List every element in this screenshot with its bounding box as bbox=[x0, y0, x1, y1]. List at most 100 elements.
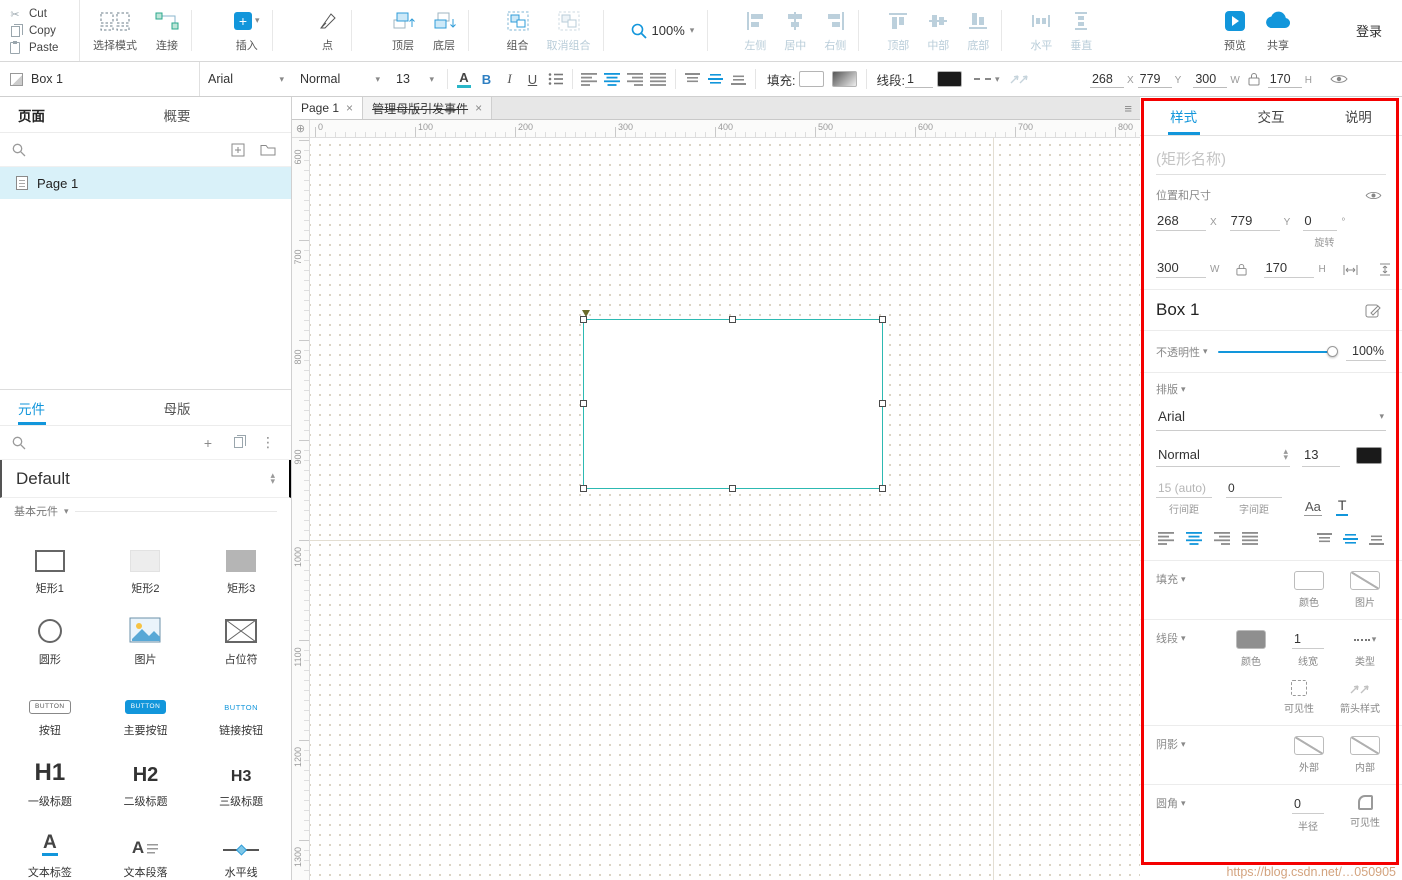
align-center-button[interactable]: 居中 bbox=[775, 0, 815, 61]
x-input[interactable] bbox=[1089, 70, 1124, 88]
arrow-style-picker[interactable]: 箭头样式 bbox=[1340, 680, 1380, 715]
widget-item-hline[interactable]: 水平线 bbox=[193, 812, 289, 880]
widget-item-placeholder[interactable]: 占位符 bbox=[193, 599, 289, 670]
add-page-button[interactable] bbox=[227, 139, 249, 161]
vertical-align-top-button[interactable] bbox=[1315, 531, 1334, 547]
opacity-slider[interactable] bbox=[1217, 345, 1338, 357]
connect-button[interactable]: 连接 bbox=[146, 0, 188, 61]
send-to-back-button[interactable]: 底层 bbox=[424, 0, 465, 61]
line-section-toggle[interactable]: 线段 ▾ bbox=[1156, 630, 1186, 646]
arrow-style-button[interactable] bbox=[1004, 70, 1034, 88]
line-type-button[interactable]: ▾ bbox=[966, 69, 1004, 89]
x-input[interactable] bbox=[1156, 211, 1206, 231]
library-options-button[interactable]: ⋮ bbox=[257, 432, 279, 454]
canvas-tab-page-1[interactable]: Page 1 × bbox=[292, 97, 364, 119]
underline-button[interactable]: U bbox=[521, 67, 544, 91]
group-button[interactable]: 组合 bbox=[498, 0, 538, 61]
library-select[interactable]: Default ▴ ▾ bbox=[0, 460, 291, 498]
text-align-right-button[interactable] bbox=[624, 67, 647, 91]
vertical-align-middle-button[interactable] bbox=[1341, 531, 1360, 547]
edit-style-button[interactable] bbox=[1361, 300, 1386, 320]
shadow-section-toggle[interactable]: 阴影 ▾ bbox=[1156, 736, 1186, 752]
text-align-right-button[interactable] bbox=[1212, 530, 1233, 547]
fit-width-button[interactable] bbox=[1339, 262, 1362, 278]
font-color-button[interactable] bbox=[1352, 445, 1386, 466]
widget-item-h1[interactable]: H1 一级标题 bbox=[2, 741, 98, 812]
widget-item-h3[interactable]: H3 三级标题 bbox=[193, 741, 289, 812]
font-style-select[interactable]: Normal ▴ ▾ bbox=[1156, 443, 1290, 467]
bring-to-front-button[interactable]: 顶层 bbox=[383, 0, 424, 61]
vertical-align-bottom-button[interactable] bbox=[727, 67, 750, 91]
widget-item-rect3[interactable]: 矩形3 bbox=[193, 528, 289, 599]
copy-button[interactable]: Copy bbox=[8, 23, 71, 37]
align-left-button[interactable]: 左侧 bbox=[735, 0, 775, 61]
typography-dropdown[interactable]: 排版 ▾ bbox=[1156, 381, 1186, 397]
sidebar-item-page-1[interactable]: Page 1 bbox=[0, 167, 291, 199]
close-icon[interactable]: × bbox=[475, 101, 482, 115]
distribute-horizontal-button[interactable]: 水平 bbox=[1021, 0, 1061, 61]
resize-handle-nw[interactable] bbox=[580, 316, 587, 323]
fill-color-picker[interactable]: 颜色 bbox=[1294, 571, 1324, 609]
widget-item-image[interactable]: 图片 bbox=[98, 599, 194, 670]
corner-section-toggle[interactable]: 圆角 ▾ bbox=[1156, 795, 1186, 811]
add-library-button[interactable]: + bbox=[197, 432, 219, 454]
tab-list-button[interactable]: ≡ bbox=[1124, 101, 1132, 116]
resize-handle-n[interactable] bbox=[729, 316, 736, 323]
close-icon[interactable]: × bbox=[346, 101, 353, 115]
widget-item-button[interactable]: BUTTON 按钮 bbox=[2, 670, 98, 741]
tab-masters[interactable]: 母版 bbox=[146, 390, 292, 425]
font-style-select[interactable]: Normal ▾ bbox=[292, 62, 388, 96]
insert-button[interactable]: + ▾ 插入 bbox=[225, 0, 269, 61]
distribute-vertical-button[interactable]: 垂直 bbox=[1061, 0, 1101, 61]
widget-section-header[interactable]: 基本元件 ▾ bbox=[0, 498, 291, 524]
text-case-button[interactable]: Aa bbox=[1304, 499, 1322, 516]
text-transform-button[interactable]: T bbox=[1335, 497, 1349, 516]
ruler-origin[interactable]: ⊕ bbox=[292, 120, 310, 138]
tab-outline[interactable]: 概要 bbox=[146, 97, 292, 132]
bold-button[interactable]: B bbox=[475, 67, 498, 91]
vertical-ruler[interactable]: 600 700 800 900 1000 1100 1200 1300 bbox=[292, 138, 310, 880]
design-canvas[interactable] bbox=[310, 138, 1140, 880]
opacity-dropdown[interactable]: 不透明性 ▾ bbox=[1156, 344, 1208, 360]
text-align-left-button[interactable] bbox=[578, 67, 601, 91]
line-visibility-toggle[interactable]: 可见性 bbox=[1284, 680, 1314, 715]
fill-section-toggle[interactable]: 填充 ▾ bbox=[1156, 571, 1186, 587]
opacity-slider-knob[interactable] bbox=[1327, 345, 1338, 357]
lock-ratio-button[interactable] bbox=[1244, 70, 1264, 88]
tab-style[interactable]: 样式 bbox=[1140, 97, 1227, 135]
paste-button[interactable]: Paste bbox=[8, 40, 71, 54]
widget-item-rect1[interactable]: 矩形1 bbox=[2, 528, 98, 599]
widget-item-text-label[interactable]: A 文本标签 bbox=[2, 812, 98, 880]
letter-spacing-input[interactable] bbox=[1226, 479, 1282, 498]
align-middle-button[interactable]: 中部 bbox=[918, 0, 958, 61]
inner-shadow-picker[interactable]: 内部 bbox=[1350, 736, 1380, 774]
resize-handle-s[interactable] bbox=[729, 485, 736, 492]
tab-notes[interactable]: 说明 bbox=[1315, 97, 1402, 135]
font-size-input[interactable] bbox=[1302, 443, 1340, 467]
text-align-center-button[interactable] bbox=[1184, 530, 1205, 547]
ungroup-button[interactable]: 取消组合 bbox=[538, 0, 600, 61]
line-color-picker[interactable]: 颜色 bbox=[1236, 630, 1266, 668]
corner-visibility-toggle[interactable]: 可见性 bbox=[1350, 795, 1380, 833]
vertical-align-top-button[interactable] bbox=[681, 67, 704, 91]
login-button[interactable]: 登录 bbox=[1356, 21, 1382, 40]
font-color-button[interactable]: A bbox=[453, 71, 475, 88]
widget-item-link-button[interactable]: BUTTON 链接按钮 bbox=[193, 670, 289, 741]
selected-rectangle-widget[interactable] bbox=[580, 310, 886, 492]
lock-ratio-button[interactable] bbox=[1232, 261, 1251, 278]
w-input[interactable] bbox=[1193, 70, 1228, 88]
font-family-select[interactable]: Arial ▾ bbox=[1156, 403, 1386, 431]
widget-name-input[interactable] bbox=[1156, 145, 1386, 175]
canvas-tab-master-event[interactable]: 管理母版引发事件 × bbox=[363, 97, 493, 119]
resize-handle-sw[interactable] bbox=[580, 485, 587, 492]
line-width-input[interactable] bbox=[1292, 630, 1324, 649]
fill-color-button[interactable] bbox=[795, 69, 828, 89]
point-tool-button[interactable]: 点 bbox=[308, 0, 348, 61]
hide-widget-button[interactable] bbox=[1361, 188, 1386, 203]
h-input[interactable] bbox=[1264, 258, 1315, 278]
widget-item-paragraph[interactable]: A 文本段落 bbox=[98, 812, 194, 880]
rotate-input[interactable] bbox=[1303, 211, 1338, 231]
add-folder-button[interactable] bbox=[257, 139, 279, 161]
align-right-button[interactable]: 右侧 bbox=[815, 0, 855, 61]
align-bottom-button[interactable]: 底部 bbox=[958, 0, 998, 61]
